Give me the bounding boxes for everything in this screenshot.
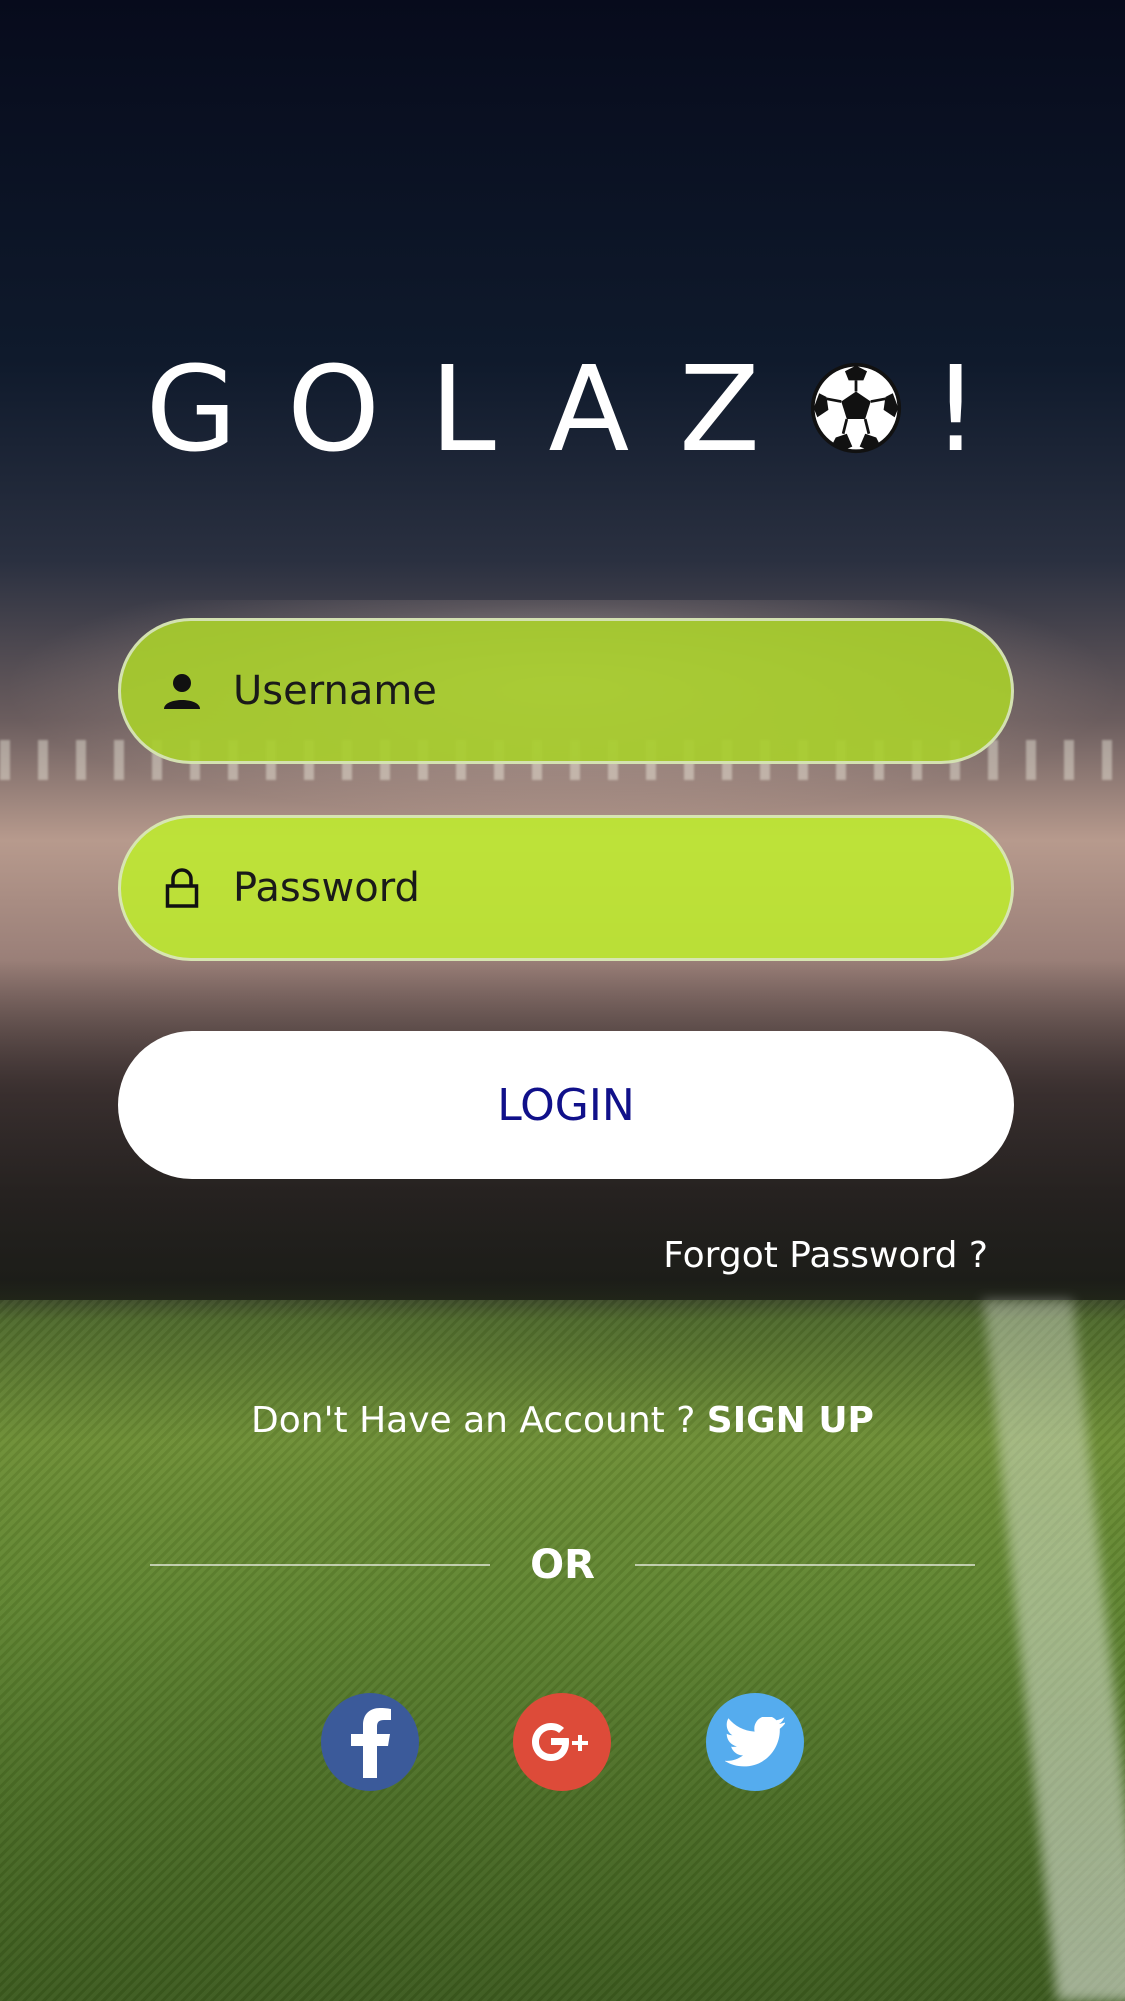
signup-prompt: Don't Have an Account ? bbox=[251, 1400, 696, 1441]
password-field[interactable] bbox=[118, 815, 1014, 961]
password-input[interactable] bbox=[231, 864, 955, 912]
google-plus-login-button[interactable] bbox=[513, 1693, 611, 1791]
or-label: OR bbox=[530, 1542, 595, 1588]
user-icon bbox=[155, 664, 209, 718]
login-button[interactable]: LOGIN bbox=[118, 1031, 1014, 1179]
twitter-login-button[interactable] bbox=[706, 1693, 804, 1791]
soccer-ball-icon bbox=[810, 362, 902, 454]
app-logo: GOLAZ ! bbox=[0, 350, 1125, 468]
signup-link[interactable]: SIGN UP bbox=[707, 1400, 874, 1441]
facebook-login-button[interactable] bbox=[321, 1693, 419, 1791]
login-screen: GOLAZ ! LOGIN Forgot Password ? Don't bbox=[0, 0, 1125, 2001]
forgot-password-link[interactable]: Forgot Password ? bbox=[663, 1235, 988, 1276]
divider-line-right bbox=[634, 1564, 975, 1566]
google-plus-icon bbox=[532, 1723, 588, 1761]
divider-line-left bbox=[150, 1564, 491, 1566]
logo-text: GOLAZ bbox=[145, 340, 810, 478]
username-field[interactable] bbox=[118, 618, 1014, 764]
twitter-icon bbox=[725, 1717, 785, 1767]
logo-exclamation: ! bbox=[932, 340, 980, 478]
or-divider: OR bbox=[150, 1535, 975, 1595]
username-input[interactable] bbox=[231, 667, 955, 715]
signup-row: Don't Have an Account ? SIGN UP bbox=[0, 1400, 1125, 1441]
lock-icon bbox=[155, 861, 209, 915]
facebook-icon bbox=[351, 1708, 391, 1778]
